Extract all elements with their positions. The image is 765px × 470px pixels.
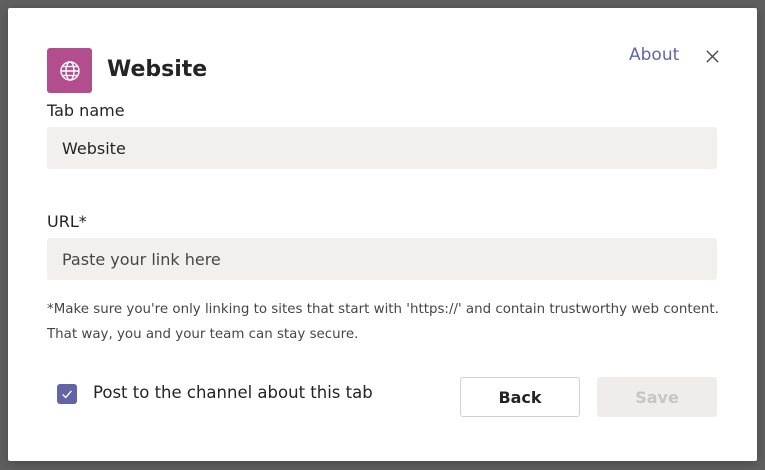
- security-note: *Make sure you're only linking to sites …: [47, 302, 719, 342]
- tab-name-input[interactable]: [47, 127, 717, 169]
- dialog-title: Website: [107, 57, 208, 82]
- back-button[interactable]: Back: [460, 377, 580, 417]
- url-label: URL*: [47, 212, 87, 231]
- website-tab-dialog: Website About Tab name URL* *Make sure y…: [8, 8, 757, 461]
- tab-name-label: Tab name: [47, 101, 125, 120]
- post-to-channel-checkbox[interactable]: [57, 384, 77, 404]
- url-input[interactable]: [47, 238, 717, 280]
- checkmark-icon: [62, 390, 72, 399]
- save-button[interactable]: Save: [597, 377, 717, 417]
- close-button[interactable]: [701, 45, 723, 67]
- about-link[interactable]: About: [629, 45, 679, 65]
- close-icon: [705, 49, 719, 63]
- globe-icon: [59, 60, 80, 81]
- post-to-channel-label[interactable]: Post to the channel about this tab: [93, 383, 373, 402]
- app-icon-tile: [47, 48, 92, 93]
